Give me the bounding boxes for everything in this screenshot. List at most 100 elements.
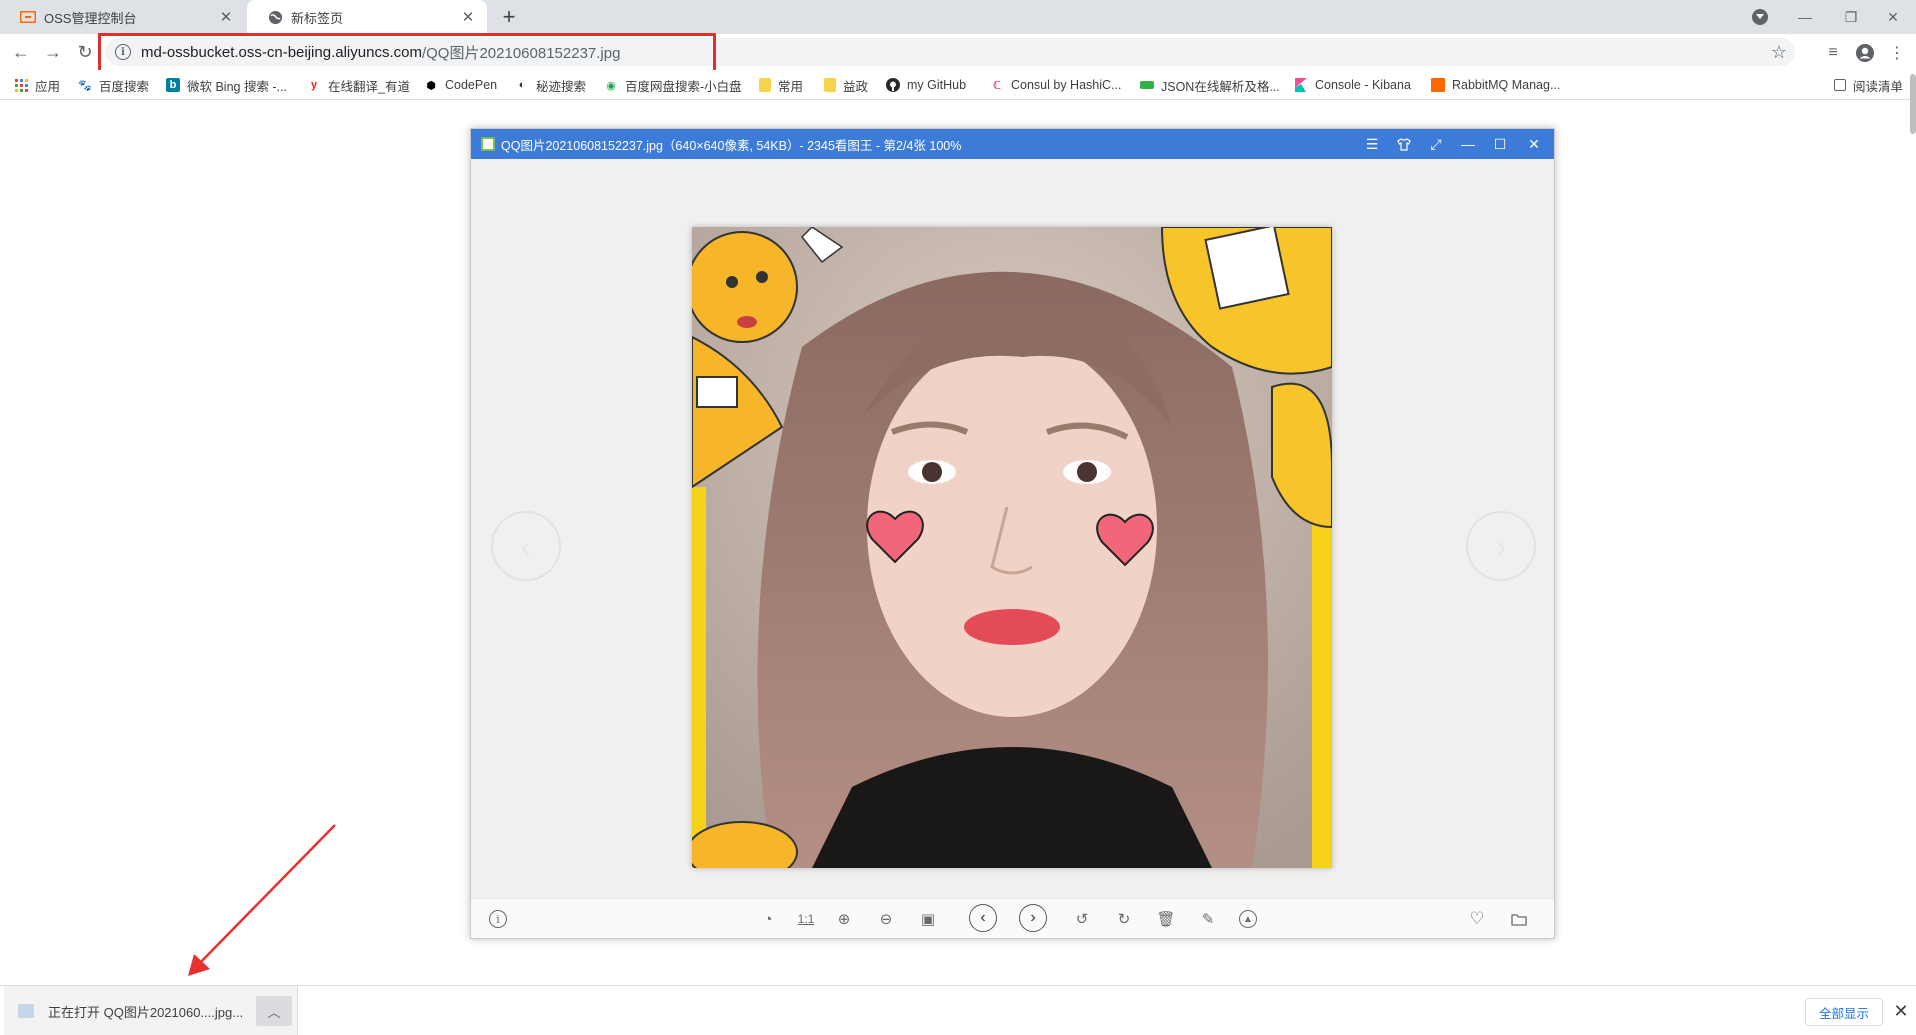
- image-viewer-window: QQ图片20210608152237.jpg（640×640像素, 54KB）-…: [470, 128, 1555, 939]
- download-item-label: 正在打开 QQ图片2021060....jpg...: [48, 1004, 244, 1020]
- tab-oss-console[interactable]: OSS管理控制台 ✕: [0, 0, 245, 34]
- rotate-right-icon[interactable]: ↻: [1113, 908, 1135, 930]
- rotate-left-icon[interactable]: ↺: [1071, 908, 1093, 930]
- slideshow-icon[interactable]: ▣: [917, 908, 939, 930]
- apps-grid-icon: [14, 78, 28, 92]
- bookmark-youdao[interactable]: y 在线翻译_有道: [307, 76, 410, 94]
- previous-image-button[interactable]: ‹: [491, 511, 561, 581]
- previous-icon[interactable]: ‹: [969, 904, 997, 932]
- xiaobaipan-icon: ◉: [606, 79, 616, 92]
- codepen-icon: ⬢: [426, 79, 436, 92]
- bookmark-folder-common[interactable]: 常用: [759, 76, 803, 94]
- aliyun-icon: [20, 9, 36, 25]
- new-tab-button[interactable]: +: [496, 4, 522, 29]
- tab-new-tab[interactable]: 新标签页 ✕: [247, 0, 487, 34]
- rabbitmq-icon: [1431, 78, 1445, 92]
- bookmark-label: 百度搜索: [99, 79, 150, 94]
- bookmark-kibana[interactable]: Console - Kibana: [1294, 76, 1411, 94]
- media-playlist-icon[interactable]: ≡: [1822, 42, 1844, 64]
- delete-icon[interactable]: 🗑: [1155, 908, 1177, 930]
- close-icon[interactable]: ✕: [1522, 133, 1546, 155]
- bookmark-baidu[interactable]: 🐾 百度搜索: [78, 76, 149, 94]
- bookmark-apps[interactable]: 应用: [14, 76, 60, 94]
- edit-icon[interactable]: ✎: [1197, 908, 1219, 930]
- bookmark-label: 常用: [778, 79, 804, 94]
- window-close-icon[interactable]: ✕: [1870, 0, 1916, 34]
- download-item[interactable]: 正在打开 QQ图片2021060....jpg...: [4, 986, 298, 1035]
- menu-icon[interactable]: ☰: [1360, 133, 1384, 155]
- menu-kebab-icon[interactable]: ⋮: [1886, 42, 1908, 64]
- bookmark-label: 益政: [843, 79, 869, 94]
- minimize-icon[interactable]: —: [1456, 133, 1480, 155]
- tab-search-icon[interactable]: [1752, 9, 1768, 25]
- globe-icon: [267, 9, 283, 25]
- viewer-title: QQ图片20210608152237.jpg（640×640像素, 54KB）-…: [501, 138, 962, 153]
- info-icon[interactable]: i: [489, 910, 507, 928]
- github-icon: [886, 78, 900, 92]
- bookmark-label: 应用: [35, 79, 61, 94]
- bookmark-rabbitmq[interactable]: RabbitMQ Manag...: [1431, 76, 1560, 94]
- bookmark-mijisou[interactable]: ◐ 秘迹搜索: [515, 76, 586, 94]
- close-download-bar-icon[interactable]: ✕: [1890, 1000, 1912, 1022]
- reload-icon[interactable]: ↻: [72, 39, 98, 65]
- minimize-icon[interactable]: —: [1782, 0, 1828, 34]
- tab-title: OSS管理控制台: [44, 10, 137, 26]
- forward-arrow-icon[interactable]: →: [40, 39, 66, 65]
- bookmark-label: Consul by HashiC...: [1011, 78, 1122, 92]
- favorite-heart-icon[interactable]: ♡: [1466, 908, 1488, 930]
- bookmark-label: 百度网盘搜索-小白盘: [625, 79, 742, 94]
- profile-avatar-icon[interactable]: [1854, 42, 1876, 64]
- next-image-button[interactable]: ›: [1466, 511, 1536, 581]
- bookmark-json[interactable]: JSON在线解析及格...: [1140, 76, 1280, 94]
- viewer-titlebar[interactable]: QQ图片20210608152237.jpg（640×640像素, 54KB）-…: [471, 129, 1554, 159]
- tab-title: 新标签页: [291, 10, 344, 26]
- maximize-icon[interactable]: ☐: [1488, 133, 1512, 155]
- bookmarks-bar: 应用 🐾 百度搜索 b 微软 Bing 搜索 -... y 在线翻译_有道 ⬢ Code…: [0, 70, 1916, 100]
- consul-icon: ℂ: [992, 79, 1002, 92]
- bookmark-consul[interactable]: ℂ Consul by HashiC...: [990, 76, 1122, 94]
- actual-size-button[interactable]: 1:1: [791, 908, 821, 930]
- bookmark-github[interactable]: my GitHub: [886, 76, 966, 94]
- chevron-up-icon[interactable]: ︿: [256, 996, 292, 1026]
- bookmark-bing[interactable]: b 微软 Bing 搜索 -...: [166, 76, 287, 94]
- fit-window-icon[interactable]: ◔: [757, 908, 779, 930]
- open-folder-icon[interactable]: [1508, 908, 1530, 930]
- mijisou-icon: ◐: [518, 79, 526, 91]
- bookmark-label: CodePen: [445, 78, 498, 92]
- viewer-toolbar: i ◔ 1:1 ⊕ ⊖ ▣ ‹ › ↺ ↻ 🗑 ✎ ▲ ♡: [471, 898, 1554, 938]
- folder-icon: [759, 78, 771, 92]
- folder-icon: [824, 78, 836, 92]
- youdao-icon: y: [310, 79, 318, 91]
- bookmark-label: 微软 Bing 搜索 -...: [187, 79, 288, 94]
- baidu-paw-icon: 🐾: [78, 79, 92, 92]
- reading-list[interactable]: 阅读清单: [1834, 76, 1903, 94]
- close-icon[interactable]: ✕: [217, 8, 235, 26]
- reading-list-icon: [1834, 79, 1846, 91]
- red-arrow-annotation: [188, 824, 336, 976]
- bookmark-star-icon[interactable]: ☆: [1771, 42, 1787, 63]
- bookmark-label: JSON在线解析及格...: [1161, 79, 1280, 94]
- bookmark-label: RabbitMQ Manag...: [1452, 78, 1561, 92]
- scrollbar-thumb[interactable]: [1910, 74, 1916, 134]
- bookmark-xiaobaipan[interactable]: ◉ 百度网盘搜索-小白盘: [604, 76, 742, 94]
- download-bar: 正在打开 QQ图片2021060....jpg... ︿ 全部显示 ✕: [0, 985, 1916, 1035]
- fullscreen-icon[interactable]: ⤢: [1424, 133, 1448, 155]
- bookmark-label: 秘迹搜索: [536, 79, 587, 94]
- restore-icon[interactable]: ❐: [1828, 0, 1874, 34]
- reading-list-label: 阅读清单: [1853, 79, 1904, 94]
- zoom-in-icon[interactable]: ⊕: [833, 908, 855, 930]
- tab-strip: OSS管理控制台 ✕ 新标签页 ✕ + — ❐ ✕: [0, 0, 1916, 34]
- show-all-button[interactable]: 全部显示: [1805, 998, 1883, 1026]
- bookmark-label: 在线翻译_有道: [328, 79, 410, 94]
- bookmark-codepen[interactable]: ⬢ CodePen: [424, 76, 497, 94]
- zoom-out-icon[interactable]: ⊖: [875, 908, 897, 930]
- skin-shirt-icon[interactable]: [1392, 133, 1416, 155]
- more-up-icon[interactable]: ▲: [1239, 910, 1257, 928]
- bookmark-label: my GitHub: [907, 78, 967, 92]
- json-icon: [1140, 81, 1154, 89]
- next-icon[interactable]: ›: [1019, 904, 1047, 932]
- bookmark-folder-yizheng[interactable]: 益政: [824, 76, 868, 94]
- back-arrow-icon[interactable]: ←: [8, 39, 34, 65]
- bookmark-label: Console - Kibana: [1315, 78, 1411, 92]
- close-icon[interactable]: ✕: [459, 8, 477, 26]
